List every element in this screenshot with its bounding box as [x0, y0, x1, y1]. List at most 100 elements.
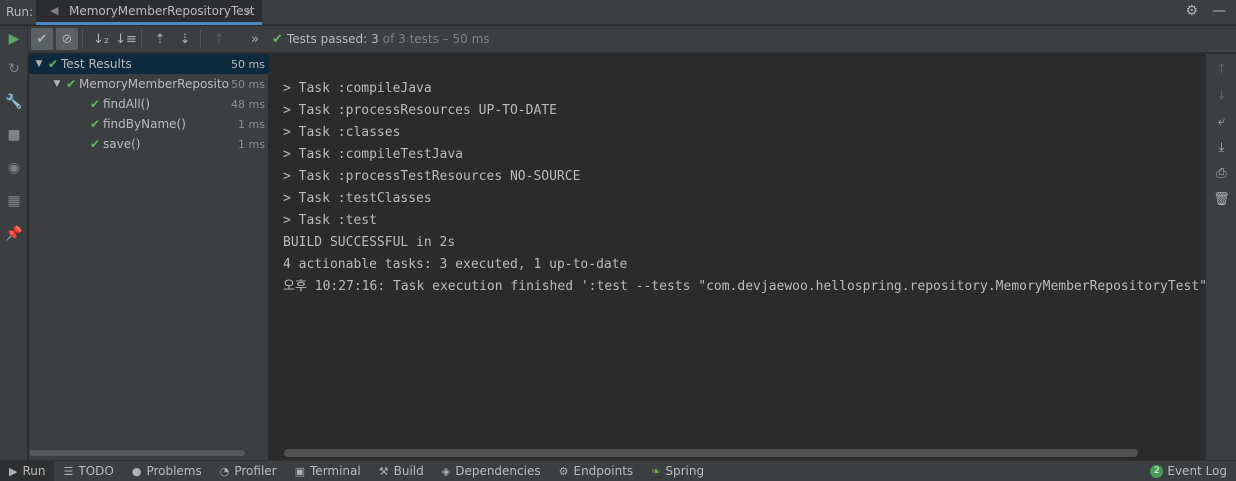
dependencies-icon: ◈ — [441, 464, 451, 478]
close-icon[interactable]: × — [244, 4, 254, 18]
sort-by-duration-icon[interactable]: ↓≡ — [115, 28, 137, 50]
event-count-badge: 2 — [1150, 464, 1164, 478]
endpoints-icon: ⚙ — [558, 464, 569, 478]
print-icon[interactable]: ⎙ — [1206, 160, 1236, 186]
rerun-icon[interactable]: ▶ — [0, 26, 28, 52]
console-lines: > Task :compileJava > Task :processResou… — [283, 78, 1205, 298]
console-line: > Task :compileTestJava — [283, 147, 464, 162]
toolbar-divider — [141, 30, 142, 48]
stop-icon[interactable]: ■ — [0, 118, 28, 151]
wrench-icon[interactable]: 🔧 — [0, 85, 28, 118]
status-count: 3 — [371, 32, 379, 46]
tree-row-test[interactable]: ✔ findByName() 1 ms — [29, 114, 269, 134]
tool-tab-label: TODO — [78, 464, 114, 478]
tree-horizontal-scrollbar[interactable] — [29, 450, 245, 456]
run-label: Run: — [6, 5, 34, 19]
header-actions: ⚙ — — [1185, 3, 1226, 19]
tree-row-name: Test Results — [61, 57, 132, 71]
tool-tab-spring[interactable]: ❧ Spring — [642, 461, 713, 481]
chevron-down-icon[interactable]: ▼ — [51, 79, 63, 89]
list-icon: ☰ — [63, 464, 74, 478]
tree-row-time: 48 ms — [231, 97, 265, 111]
console-line: > Task :test — [283, 213, 377, 228]
more-actions-icon[interactable]: » — [244, 28, 266, 50]
console-line: 4 actionable tasks: 3 executed, 1 up-to-… — [283, 257, 628, 272]
console-actions-strip: ↑ ↓ ⤶ ⤓ ⎙ 🗑 — [1205, 54, 1236, 460]
chevron-down-icon[interactable]: ▼ — [33, 59, 45, 69]
profiler-icon: ◔ — [219, 464, 230, 478]
tool-tab-build[interactable]: ⚒ Build — [370, 461, 433, 481]
tree-row-test-results[interactable]: ▼ ✔ Test Results 50 ms — [29, 54, 269, 74]
gear-icon[interactable]: ⚙ — [1185, 3, 1198, 19]
play-icon: ▶ — [9, 464, 18, 478]
console-line: > Task :compileJava — [283, 81, 432, 96]
minimize-icon[interactable]: — — [1212, 3, 1226, 19]
test-status: ✔ Tests passed: 3 of 3 tests – 50 ms — [272, 32, 490, 47]
tool-tab-label: Spring — [665, 464, 705, 478]
tree-row-class[interactable]: ▼ ✔ MemoryMemberRepository 50 ms — [29, 74, 269, 94]
problems-icon: ● — [131, 464, 142, 478]
run-config-tab[interactable]: ◀ MemoryMemberRepositoryTest × — [36, 0, 262, 25]
show-ignored-icon[interactable]: ⊘ — [56, 28, 78, 50]
console-horizontal-scrollbar[interactable] — [284, 449, 1138, 457]
terminal-icon: ▣ — [294, 464, 306, 478]
console-line: > Task :processTestResources NO-SOURCE — [283, 169, 581, 184]
tree-row-name: save() — [103, 137, 141, 151]
run-tool-window-header: Run: ◀ MemoryMemberRepositoryTest × ⚙ — — [0, 0, 1236, 25]
tool-tab-terminal[interactable]: ▣ Terminal — [286, 461, 370, 481]
tree-row-test[interactable]: ✔ save() 1 ms — [29, 134, 269, 154]
toolbar-divider — [200, 30, 201, 48]
tree-row-time: 1 ms — [238, 137, 265, 151]
tool-tab-label: Problems — [146, 464, 202, 478]
console-line: > Task :processResources UP-TO-DATE — [283, 103, 557, 118]
previous-failed-icon[interactable]: ↑ — [208, 28, 230, 50]
tool-tab-endpoints[interactable]: ⚙ Endpoints — [550, 461, 643, 481]
arrow-down-icon[interactable]: ↓ — [1206, 82, 1236, 108]
tool-tab-label: Dependencies — [455, 464, 541, 478]
test-results-tree[interactable]: ▼ ✔ Test Results 50 ms ▼ ✔ MemoryMemberR… — [29, 54, 269, 460]
console-output[interactable]: > Task :compileJava > Task :processResou… — [270, 54, 1205, 460]
run-actions-strip: ▶ ↻ 🔧 ■ ◉ ▦ 📌 — [0, 26, 28, 460]
tool-tab-label: Event Log — [1167, 464, 1227, 478]
tree-row-name: findAll() — [103, 97, 151, 111]
show-passed-icon[interactable]: ✔ — [31, 28, 53, 50]
test-toolbar: ✔ ⊘ ↓₂ ↓≡ ⇡ ⇣ ↑ » ✔ Tests passed: 3 of 3… — [28, 26, 1236, 53]
hammer-icon: ⚒ — [378, 464, 389, 478]
tool-tab-run[interactable]: ▶ Run — [0, 460, 55, 481]
rerun-failed-icon[interactable]: ↻ — [0, 52, 28, 85]
passed-icon: ✔ — [89, 117, 101, 131]
passed-icon: ✔ — [65, 77, 77, 91]
tree-row-name: findByName() — [103, 117, 186, 131]
scroll-to-end-icon[interactable]: ⤓ — [1206, 134, 1236, 160]
collapse-all-icon[interactable]: ⇣ — [174, 28, 196, 50]
tool-tab-label: Build — [393, 464, 424, 478]
tool-tab-label: Terminal — [310, 464, 361, 478]
coverage-icon[interactable]: ◉ — [0, 151, 28, 184]
tool-tab-label: Endpoints — [573, 464, 634, 478]
trash-icon[interactable]: 🗑 — [1206, 186, 1236, 212]
sort-alphabetically-icon[interactable]: ↓₂ — [90, 28, 112, 50]
tree-row-time: 50 ms — [231, 57, 265, 71]
console-line: > Task :classes — [283, 125, 401, 140]
arrow-up-icon[interactable]: ↑ — [1206, 56, 1236, 82]
tool-tab-profiler[interactable]: ◔ Profiler — [211, 461, 286, 481]
expand-all-icon[interactable]: ⇡ — [149, 28, 171, 50]
tool-tab-problems[interactable]: ● Problems — [123, 461, 211, 481]
status-detail: of 3 tests – 50 ms — [382, 32, 490, 46]
tree-row-time: 50 ms — [231, 77, 265, 91]
tool-tab-event-log[interactable]: 2 Event Log — [1141, 461, 1236, 481]
soft-wrap-icon[interactable]: ⤶ — [1206, 108, 1236, 134]
tool-tab-todo[interactable]: ☰ TODO — [54, 461, 122, 481]
tool-tab-dependencies[interactable]: ◈ Dependencies — [433, 461, 550, 481]
passed-icon: ✔ — [89, 97, 101, 111]
console-line: 오후 10:27:16: Task execution finished ':t… — [283, 279, 1205, 294]
tree-row-name: MemoryMemberRepository — [79, 77, 229, 91]
pin-icon[interactable]: 📌 — [0, 217, 28, 250]
tree-row-test[interactable]: ✔ findAll() 48 ms — [29, 94, 269, 114]
passed-icon: ✔ — [47, 57, 59, 71]
tool-tab-label: Profiler — [234, 464, 277, 478]
status-text: Tests passed: — [286, 32, 368, 46]
layout-icon[interactable]: ▦ — [0, 184, 28, 217]
console-line: BUILD SUCCESSFUL in 2s — [283, 235, 456, 250]
run-config-tab-title: MemoryMemberRepositoryTest — [69, 4, 255, 18]
